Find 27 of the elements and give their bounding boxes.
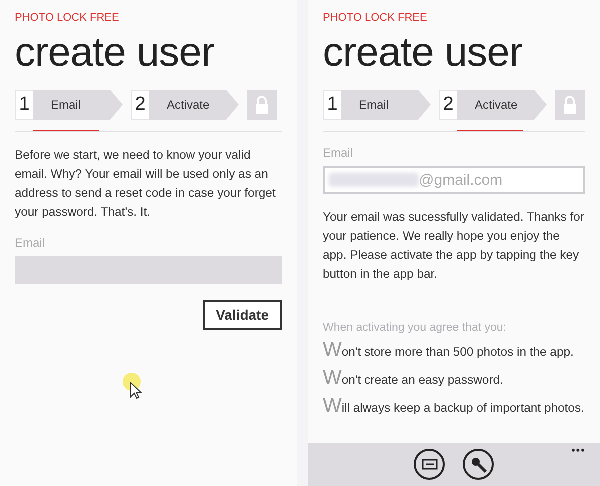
field-label: Email xyxy=(15,236,46,250)
page-title: create user xyxy=(15,28,216,76)
step-tab[interactable]: Activate xyxy=(149,90,239,120)
page-title: create user xyxy=(323,28,524,76)
agreement-item: Won't create an easy password. xyxy=(323,367,504,390)
description-text: Your email was sucessfully validated. Thanks for your patience. We really hope you enjoy the app. Please activate the app by tapping the key button in the app bar. xyxy=(323,209,585,283)
padlock-icon xyxy=(563,96,577,114)
validate-button[interactable]: Validate xyxy=(203,300,282,330)
agreement-heading: When activating you agree that you: xyxy=(323,322,508,334)
more-menu[interactable]: ••• xyxy=(571,445,586,457)
step-number: 2 xyxy=(131,90,149,120)
step-number: 2 xyxy=(439,90,457,120)
padlock-icon xyxy=(255,96,269,114)
step-tab[interactable]: Email xyxy=(341,90,431,120)
agreement-item: Won't store more than 500 photos in the app. xyxy=(323,339,575,362)
step-number: 1 xyxy=(323,90,341,120)
key-button[interactable] xyxy=(463,449,494,480)
step-tab[interactable]: Activate xyxy=(457,90,547,120)
key-icon xyxy=(470,456,488,474)
step-number: 1 xyxy=(15,90,33,120)
description-text: Before we start, we need to know your valid email. Why? Your email will be used only as an address to send a reset code in case your forget your password. That's. It. xyxy=(15,147,277,221)
app-name: PHOTO LOCK FREE xyxy=(15,12,120,26)
email-field[interactable] xyxy=(15,256,282,284)
agreement-item: Will always keep a backup of important photos. xyxy=(323,395,585,418)
step-tab[interactable]: Email xyxy=(33,90,123,120)
app-name: PHOTO LOCK FREE xyxy=(323,12,428,26)
field-label: Email xyxy=(323,146,354,160)
